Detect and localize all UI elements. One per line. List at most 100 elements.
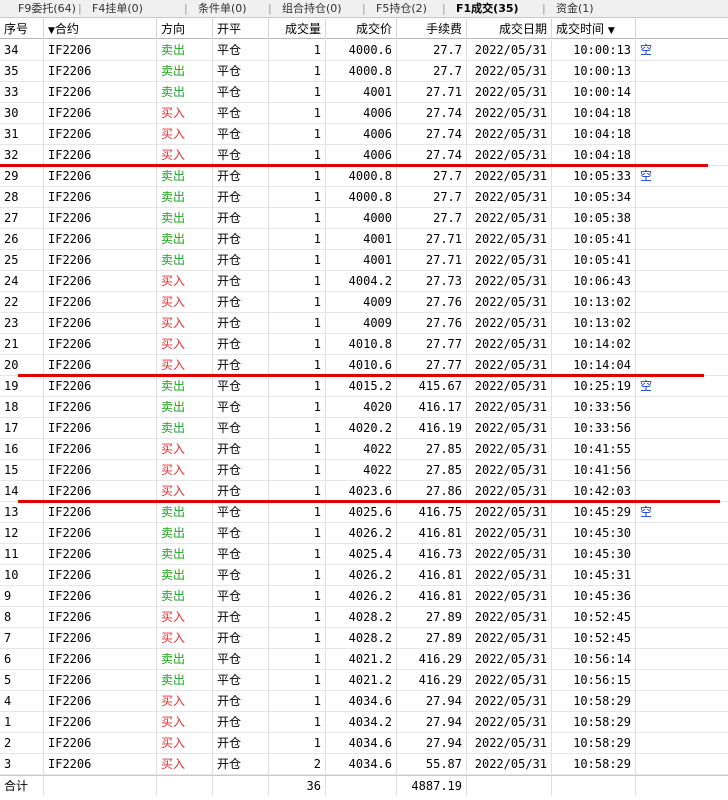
table-row[interactable]: 3 IF2206 买入 开仓 2 4034.6 55.87 2022/05/31 10:58:2…: [0, 754, 728, 775]
cell-dir: 买入: [157, 313, 213, 333]
table-row[interactable]: 2 IF2206 买入 开仓 1 4034.6 27.94 2022/05/31 10:58:2…: [0, 733, 728, 754]
table-row[interactable]: 16 IF2206 买入 开仓 1 4022 27.85 2022/05/31 10:41:55: [0, 439, 728, 460]
table-row[interactable]: 28 IF2206 卖出 开仓 1 4000.8 27.7 2022/05/31 10:05:3…: [0, 187, 728, 208]
cell-fee: 27.86: [397, 481, 467, 501]
table-row[interactable]: 15 IF2206 买入 开仓 1 4022 27.85 2022/05/31 10:41:56: [0, 460, 728, 481]
filter-icon[interactable]: ▼: [48, 26, 55, 36]
cell-seq: 29: [0, 166, 44, 186]
table-row[interactable]: 35 IF2206 卖出 平仓 1 4000.8 27.7 2022/05/31 10:00:1…: [0, 61, 728, 82]
table-row[interactable]: 12 IF2206 卖出 平仓 1 4026.2 416.81 2022/05/31 10:45…: [0, 523, 728, 544]
header-time[interactable]: 成交时间 ▼: [552, 19, 636, 39]
header-contract-label: 合约: [54, 22, 79, 36]
sort-desc-icon[interactable]: ▼: [608, 26, 615, 36]
table-row[interactable]: 22 IF2206 买入 开仓 1 4009 27.76 2022/05/31 10:13:02: [0, 292, 728, 313]
header-contract[interactable]: ▼合约: [44, 19, 157, 39]
cell-time: 10:25:19: [552, 376, 636, 396]
cell-dir: 卖出: [157, 418, 213, 438]
table-row[interactable]: 21 IF2206 买入 开仓 1 4010.8 27.77 2022/05/31 10:14:…: [0, 334, 728, 355]
cell-dir: 买入: [157, 481, 213, 501]
cell-date: 2022/05/31: [467, 586, 552, 606]
cell-time: 10:33:56: [552, 418, 636, 438]
cell-date: 2022/05/31: [467, 418, 552, 438]
cell-price: 4001: [326, 82, 397, 102]
table-row[interactable]: 18 IF2206 卖出 平仓 1 4020 416.17 2022/05/31 10:33:5…: [0, 397, 728, 418]
table-row[interactable]: 19 IF2206 卖出 平仓 1 4015.2 415.67 2022/05/31 10:25…: [0, 376, 728, 397]
table-row[interactable]: 9 IF2206 卖出 平仓 1 4026.2 416.81 2022/05/31 10:45:…: [0, 586, 728, 607]
table-row[interactable]: 30 IF2206 买入 平仓 1 4006 27.74 2022/05/31 10:04:18: [0, 103, 728, 124]
table-row[interactable]: 10 IF2206 卖出 平仓 1 4026.2 416.81 2022/05/31 10:45…: [0, 565, 728, 586]
tab-1[interactable]: F4挂单(0): [92, 0, 143, 18]
cell-open: 平仓: [213, 565, 269, 585]
table-row[interactable]: 32 IF2206 买入 平仓 1 4006 27.74 2022/05/31 10:04:18: [0, 145, 728, 166]
cell-price: 4026.2: [326, 586, 397, 606]
cell-fee: 416.29: [397, 670, 467, 690]
tab-4[interactable]: F5持仓(2): [376, 0, 427, 18]
table-row[interactable]: 20 IF2206 买入 开仓 1 4010.6 27.77 2022/05/31 10:14:…: [0, 355, 728, 376]
table-row[interactable]: 6 IF2206 卖出 平仓 1 4021.2 416.29 2022/05/31 10:56:…: [0, 649, 728, 670]
cell-seq: 14: [0, 481, 44, 501]
table-row[interactable]: 27 IF2206 卖出 开仓 1 4000 27.7 2022/05/31 10:05:38: [0, 208, 728, 229]
cell-note: [636, 229, 728, 249]
cell-dir: 卖出: [157, 565, 213, 585]
tab-6[interactable]: 资金(1): [556, 0, 594, 18]
cell-time: 10:52:45: [552, 628, 636, 648]
cell-dir: 买入: [157, 334, 213, 354]
cell-contract: IF2206: [44, 481, 157, 501]
cell-fee: 416.29: [397, 649, 467, 669]
cell-dir: 买入: [157, 754, 213, 774]
tab-5[interactable]: F1成交(35): [456, 0, 519, 18]
table-row[interactable]: 23 IF2206 买入 开仓 1 4009 27.76 2022/05/31 10:13:02: [0, 313, 728, 334]
cell-seq: 22: [0, 292, 44, 312]
cell-qty: 2: [269, 754, 326, 774]
cell-date: 2022/05/31: [467, 439, 552, 459]
table-row[interactable]: 31 IF2206 买入 平仓 1 4006 27.74 2022/05/31 10:04:18: [0, 124, 728, 145]
cell-date: 2022/05/31: [467, 187, 552, 207]
cell-price: 4034.2: [326, 712, 397, 732]
header-seq[interactable]: 序号: [0, 19, 44, 39]
tab-0[interactable]: F9委托(64): [18, 0, 76, 18]
cell-seq: 33: [0, 82, 44, 102]
cell-qty: 1: [269, 607, 326, 627]
header-quantity[interactable]: 成交量: [269, 19, 326, 39]
table-row[interactable]: 8 IF2206 买入 开仓 1 4028.2 27.89 2022/05/31 10:52:4…: [0, 607, 728, 628]
table-row[interactable]: 25 IF2206 卖出 开仓 1 4001 27.71 2022/05/31 10:05:41: [0, 250, 728, 271]
cell-fee: 27.76: [397, 313, 467, 333]
tab-3[interactable]: 组合持仓(0): [282, 0, 342, 18]
cell-date: 2022/05/31: [467, 271, 552, 291]
table-row[interactable]: 29 IF2206 卖出 开仓 1 4000.8 27.7 2022/05/31 10:05:3…: [0, 166, 728, 187]
table-row[interactable]: 17 IF2206 卖出 平仓 1 4020.2 416.19 2022/05/31 10:33…: [0, 418, 728, 439]
table-row[interactable]: 5 IF2206 卖出 平仓 1 4021.2 416.29 2022/05/31 10:56:…: [0, 670, 728, 691]
header-price[interactable]: 成交价: [326, 19, 397, 39]
cell-contract: IF2206: [44, 544, 157, 564]
table-row[interactable]: 14 IF2206 买入 开仓 1 4023.6 27.86 2022/05/31 10:42:…: [0, 481, 728, 502]
header-fee[interactable]: 手续费: [397, 19, 467, 39]
cell-seq: 12: [0, 523, 44, 543]
cell-time: 10:45:30: [552, 523, 636, 543]
cell-seq: 7: [0, 628, 44, 648]
tab-2[interactable]: 条件单(0): [198, 0, 247, 18]
table-row[interactable]: 33 IF2206 卖出 平仓 1 4001 27.71 2022/05/31 10:00:14: [0, 82, 728, 103]
table-row[interactable]: 13 IF2206 卖出 平仓 1 4025.6 416.75 2022/05/31 10:45…: [0, 502, 728, 523]
cell-fee: 55.87: [397, 754, 467, 774]
cell-note: [636, 124, 728, 144]
cell-time: 10:06:43: [552, 271, 636, 291]
header-open-close[interactable]: 开平: [213, 19, 269, 39]
table-row[interactable]: 11 IF2206 卖出 平仓 1 4025.4 416.73 2022/05/31 10:45…: [0, 544, 728, 565]
header-date[interactable]: 成交日期: [467, 19, 552, 39]
cell-contract: IF2206: [44, 292, 157, 312]
table-row[interactable]: 34 IF2206 卖出 平仓 1 4000.6 27.7 2022/05/31 10:00:1…: [0, 40, 728, 61]
table-row[interactable]: 26 IF2206 卖出 开仓 1 4001 27.71 2022/05/31 10:05:41: [0, 229, 728, 250]
cell-seq: 27: [0, 208, 44, 228]
cell-contract: IF2206: [44, 733, 157, 753]
cell-price: 4028.2: [326, 607, 397, 627]
table-row[interactable]: 7 IF2206 买入 开仓 1 4028.2 27.89 2022/05/31 10:52:4…: [0, 628, 728, 649]
cell-note: 空: [640, 43, 653, 57]
table-row[interactable]: 24 IF2206 买入 开仓 1 4004.2 27.73 2022/05/31 10:06:…: [0, 271, 728, 292]
cell-note: 空: [640, 505, 653, 519]
table-row[interactable]: 4 IF2206 买入 开仓 1 4034.6 27.94 2022/05/31 10:58:2…: [0, 691, 728, 712]
header-direction[interactable]: 方向: [157, 19, 213, 39]
cell-date: 2022/05/31: [467, 607, 552, 627]
cell-time: 10:45:36: [552, 586, 636, 606]
cell-price: 4026.2: [326, 565, 397, 585]
table-row[interactable]: 1 IF2206 买入 开仓 1 4034.2 27.94 2022/05/31 10:58:2…: [0, 712, 728, 733]
